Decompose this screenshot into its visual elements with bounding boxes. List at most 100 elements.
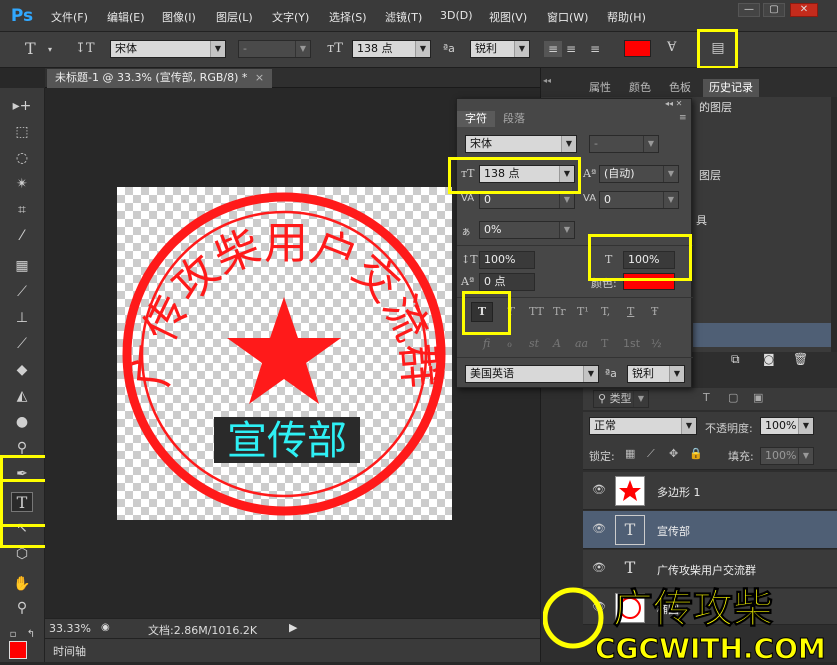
hand-tool-icon[interactable]: ✋ bbox=[11, 574, 33, 594]
lock-all-icon[interactable]: 🔒 bbox=[689, 447, 703, 460]
language-select[interactable]: 美国英语 ▼ bbox=[465, 365, 599, 383]
menu-3d[interactable]: 3D(D) bbox=[440, 9, 473, 22]
menu-view[interactable]: 视图(V) bbox=[489, 9, 527, 25]
zoom-tool-icon[interactable]: ⚲ bbox=[11, 598, 33, 618]
tab-history[interactable]: 历史记录 bbox=[703, 79, 759, 97]
menu-image[interactable]: 图像(I) bbox=[162, 9, 196, 25]
history-item-selected[interactable] bbox=[693, 323, 831, 347]
small-caps-button[interactable]: Tr bbox=[553, 305, 566, 318]
strikethrough-button[interactable]: Ŧ bbox=[651, 305, 658, 318]
layer-row[interactable]: 👁 T 宣传部 bbox=[583, 511, 837, 549]
stamp-center-text[interactable]: 宣传部 bbox=[227, 418, 347, 464]
status-menu-icon[interactable]: ◉ bbox=[101, 622, 110, 633]
font-size-select[interactable]: 138 点 ▼ bbox=[479, 165, 575, 183]
menu-filter[interactable]: 滤镜(T) bbox=[385, 9, 422, 25]
baseline-shift-input[interactable]: 0 点 bbox=[479, 273, 535, 291]
tab-paragraph[interactable]: 段落 bbox=[503, 111, 525, 127]
menu-file[interactable]: 文件(F) bbox=[51, 9, 88, 25]
kerning-select[interactable]: 0 ▼ bbox=[479, 191, 575, 209]
history-brush-tool-icon[interactable]: ⟋ bbox=[11, 334, 33, 354]
magic-wand-tool-icon[interactable]: ✴ bbox=[11, 174, 33, 194]
text-color-swatch[interactable] bbox=[624, 40, 651, 57]
maximize-button[interactable]: ▢ bbox=[763, 3, 785, 17]
status-expand-icon[interactable]: ▶ bbox=[289, 621, 297, 634]
lock-transparency-icon[interactable]: ▦ bbox=[625, 447, 635, 460]
old-style-button[interactable]: ℴ bbox=[507, 337, 512, 350]
dodge-tool-icon[interactable]: ⚲ bbox=[11, 438, 33, 458]
lasso-tool-icon[interactable]: ◌ bbox=[11, 148, 33, 168]
timeline-label[interactable]: 时间轴 bbox=[53, 643, 86, 659]
character-color-swatch[interactable] bbox=[623, 273, 675, 290]
document-canvas[interactable]: 广传攻柴用户交流群 宣传部 bbox=[117, 187, 452, 520]
opacity-input[interactable]: 100% ▼ bbox=[760, 417, 814, 435]
collapse-icon[interactable]: ◂◂ ✕ bbox=[665, 99, 682, 108]
lock-pixels-icon[interactable]: ⟋ bbox=[647, 447, 655, 461]
layer-name[interactable]: 广传攻柴用户交流群 bbox=[657, 562, 756, 578]
antialias-select[interactable]: 锐利 ▼ bbox=[470, 40, 530, 58]
blur-tool-icon[interactable]: ● bbox=[11, 412, 33, 432]
new-snapshot-icon[interactable]: ⧉ bbox=[731, 352, 740, 367]
menu-type[interactable]: 文字(Y) bbox=[272, 9, 309, 25]
font-family-select[interactable]: 宋体 ▼ bbox=[110, 40, 226, 58]
ligature-button[interactable]: fi bbox=[483, 337, 490, 350]
subscript-button[interactable]: T, bbox=[601, 305, 610, 318]
close-icon[interactable]: × bbox=[255, 71, 264, 84]
eye-icon[interactable]: 👁 bbox=[592, 562, 606, 573]
eye-icon[interactable]: 👁 bbox=[592, 484, 606, 495]
brush-tool-icon[interactable]: ⟋ bbox=[11, 282, 33, 302]
vertical-scale-input[interactable]: 100% bbox=[479, 251, 535, 269]
filter-smart-icon[interactable]: ▣ bbox=[753, 391, 763, 404]
tab-swatches[interactable]: 色板 bbox=[663, 79, 697, 97]
camera-icon[interactable]: ◙ bbox=[763, 352, 775, 366]
faux-bold-button[interactable]: T bbox=[471, 302, 493, 322]
menu-edit[interactable]: 编辑(E) bbox=[107, 9, 145, 25]
marquee-tool-icon[interactable]: ⬚ bbox=[11, 122, 33, 142]
warp-text-icon[interactable]: Ɐ bbox=[667, 40, 676, 56]
leading-select[interactable]: (自动) ▼ bbox=[599, 165, 679, 183]
clone-stamp-tool-icon[interactable]: ⊥ bbox=[11, 308, 33, 328]
document-tab[interactable]: 未标题-1 @ 33.3% (宣传部, RGB/8) * × bbox=[47, 69, 272, 88]
layer-name[interactable]: 多边形 1 bbox=[657, 484, 701, 500]
eraser-tool-icon[interactable]: ◆ bbox=[11, 360, 33, 380]
tab-character[interactable]: 字符 bbox=[457, 111, 495, 127]
stylistic-alternates-button[interactable]: aa bbox=[575, 337, 588, 350]
paint-bucket-tool-icon[interactable]: ◭ bbox=[11, 386, 33, 406]
font-family-select[interactable]: 宋体 ▼ bbox=[465, 135, 577, 153]
faux-italic-button[interactable]: T bbox=[507, 305, 514, 318]
tsume-select[interactable]: 0% ▼ bbox=[479, 221, 575, 239]
history-scrollbar[interactable] bbox=[831, 97, 837, 352]
chevron-down-icon[interactable]: ▾ bbox=[48, 42, 52, 58]
horizontal-scale-input[interactable]: 100% bbox=[623, 251, 675, 269]
filter-type-icon[interactable]: T bbox=[703, 391, 710, 404]
font-style-select[interactable]: - ▼ bbox=[238, 40, 311, 58]
path-selection-tool-icon[interactable]: ↖ bbox=[11, 518, 33, 538]
align-right-icon[interactable]: ≡ bbox=[590, 41, 600, 57]
layer-filter-select[interactable]: ⚲ 类型 ▼ bbox=[593, 390, 649, 408]
fractions-button[interactable]: ½ bbox=[651, 337, 662, 350]
toggle-panels-icon[interactable]: ▤ bbox=[708, 40, 728, 58]
menu-layer[interactable]: 图层(L) bbox=[216, 9, 253, 25]
eyedropper-tool-icon[interactable]: ⁄ bbox=[11, 226, 33, 246]
menu-select[interactable]: 选择(S) bbox=[329, 9, 367, 25]
underline-button[interactable]: T bbox=[627, 305, 634, 318]
history-item[interactable]: 的图层 bbox=[699, 99, 732, 115]
lock-position-icon[interactable]: ✥ bbox=[669, 447, 678, 460]
crop-tool-icon[interactable]: ⌗ bbox=[11, 200, 33, 220]
superscript-button[interactable]: T¹ bbox=[577, 305, 589, 318]
move-tool-icon[interactable]: ▸+ bbox=[11, 96, 33, 116]
tab-color[interactable]: 颜色 bbox=[623, 79, 657, 97]
pen-tool-icon[interactable]: ✒ bbox=[11, 464, 33, 484]
minimize-button[interactable]: — bbox=[738, 3, 760, 17]
ordinals-button[interactable]: 1st bbox=[623, 337, 640, 350]
panel-menu-icon[interactable]: ≡ bbox=[679, 113, 687, 123]
foreground-color-swatch[interactable] bbox=[9, 641, 27, 659]
fill-input[interactable]: 100% ▼ bbox=[760, 447, 814, 465]
layer-row[interactable]: 👁 多边形 1 bbox=[583, 472, 837, 510]
close-window-button[interactable]: ✕ bbox=[790, 3, 818, 17]
history-item[interactable]: 具 bbox=[696, 212, 707, 228]
all-caps-button[interactable]: TT bbox=[529, 305, 544, 318]
layer-name[interactable]: 宣传部 bbox=[657, 523, 690, 539]
collapse-icon[interactable]: ◂◂ bbox=[543, 76, 551, 85]
blend-mode-select[interactable]: 正常 ▼ bbox=[589, 417, 697, 435]
antialias-select[interactable]: 锐利 ▼ bbox=[627, 365, 685, 383]
